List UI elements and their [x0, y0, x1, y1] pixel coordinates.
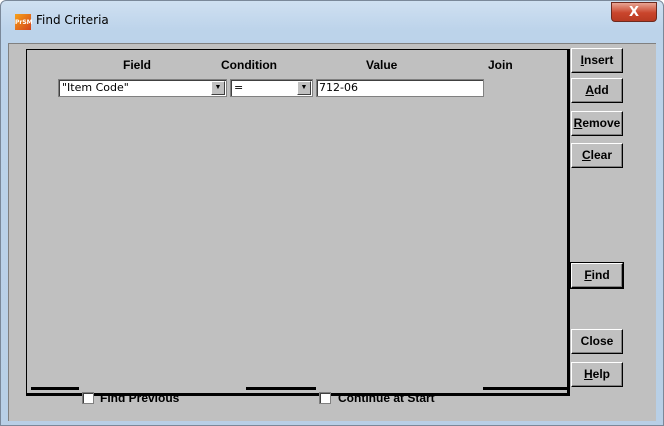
remove-button[interactable]: Remove: [571, 111, 623, 136]
add-button[interactable]: Add: [571, 78, 623, 103]
remove-accel: R: [573, 116, 583, 130]
insert-button[interactable]: Insert: [571, 48, 623, 73]
value-input[interactable]: 712-06: [316, 79, 484, 97]
help-label: elp: [592, 367, 610, 381]
condition-select[interactable]: = ▼: [230, 79, 313, 97]
find-previous-checkbox[interactable]: [82, 392, 94, 404]
remove-label: emove: [582, 116, 621, 130]
find-criteria-window: PrSM Find Criteria X Field Condition Val…: [0, 0, 664, 426]
clear-button[interactable]: Clear: [571, 143, 623, 168]
title-bar[interactable]: PrSM Find Criteria X: [1, 1, 663, 35]
clear-label: lear: [590, 148, 613, 162]
insert-label: nsert: [584, 53, 614, 67]
find-button[interactable]: Find: [570, 262, 624, 289]
dialog-client-area: Field Condition Value Join "Item Code" ▼…: [8, 43, 656, 421]
column-header-field: Field: [123, 58, 152, 72]
continue-at-start-checkbox[interactable]: [319, 392, 331, 404]
close-window-button[interactable]: X: [611, 2, 657, 22]
divider-line: [483, 387, 568, 390]
add-label: dd: [594, 83, 609, 97]
clear-accel: C: [581, 148, 591, 162]
close-icon: X: [628, 5, 640, 20]
continue-at-start-label: Continue at Start: [338, 391, 435, 405]
add-accel: A: [585, 83, 594, 97]
column-header-join: Join: [488, 58, 513, 72]
column-header-value: Value: [366, 58, 398, 72]
field-select[interactable]: "Item Code" ▼: [58, 79, 227, 97]
close-label: Close: [580, 334, 614, 348]
field-select-value: "Item Code": [62, 81, 129, 94]
app-icon: PrSM: [15, 14, 33, 30]
divider-line: [246, 387, 316, 390]
chevron-down-icon[interactable]: ▼: [211, 81, 225, 95]
criteria-grid: Field Condition Value Join "Item Code" ▼…: [26, 49, 570, 396]
divider-line: [31, 387, 79, 390]
find-label: ind: [591, 268, 610, 282]
help-button[interactable]: Help: [571, 362, 623, 387]
find-accel: F: [584, 268, 592, 282]
column-header-condition: Condition: [221, 58, 277, 72]
window-title: Find Criteria: [36, 13, 109, 27]
close-button[interactable]: Close: [571, 329, 623, 354]
condition-select-value: =: [234, 81, 244, 94]
help-accel: H: [583, 367, 593, 381]
app-icon-text: PrSM: [15, 19, 33, 26]
find-previous-label: Find Previous: [100, 391, 180, 405]
chevron-down-icon[interactable]: ▼: [297, 81, 311, 95]
